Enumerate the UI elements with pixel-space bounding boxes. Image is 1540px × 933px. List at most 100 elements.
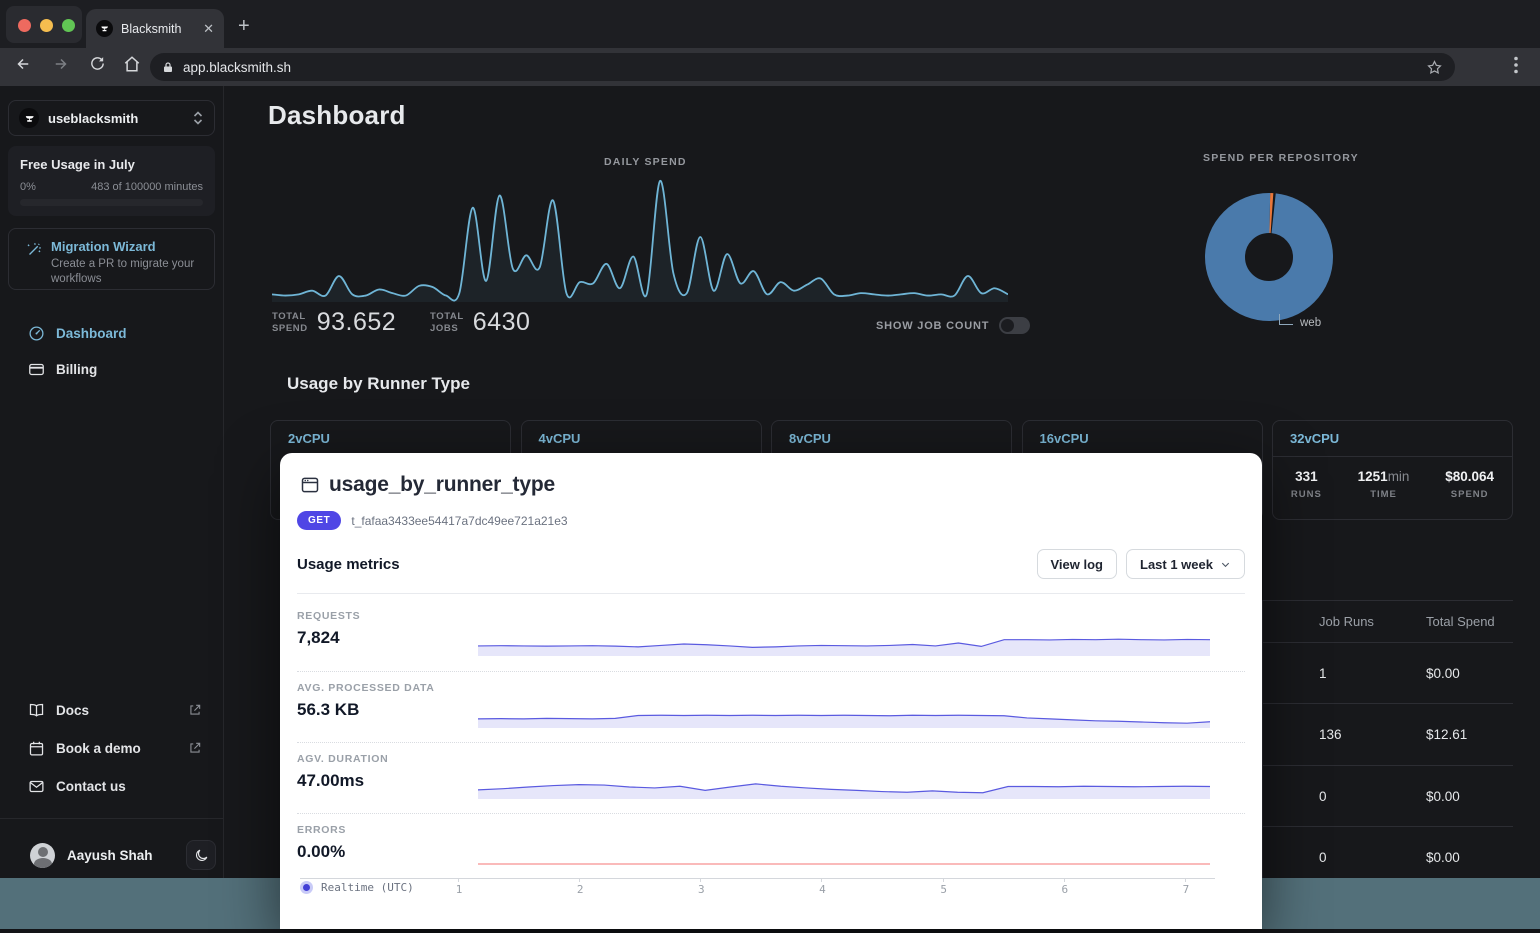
sidebar-divider <box>0 818 224 819</box>
credit-card-icon <box>28 361 45 378</box>
chevron-updown-icon <box>192 111 204 125</box>
duration-sparkline <box>478 771 1210 801</box>
metric-row-errors: ERRORS 0.00% <box>297 813 1245 877</box>
sidebar-link-label: Book a demo <box>56 741 141 756</box>
column-header-total-spend: Total Spend <box>1383 613 1513 632</box>
sidebar-link-contact[interactable]: Contact us <box>0 774 224 798</box>
total-spend-value: 93.652 <box>317 308 396 337</box>
show-job-count-toggle[interactable] <box>999 317 1030 334</box>
tab-title: Blacksmith <box>121 22 195 36</box>
daily-spend-label: DAILY SPEND <box>604 156 687 168</box>
gauge-icon <box>28 325 45 342</box>
sidebar: useblacksmith Free Usage in July 0% 483 … <box>0 86 224 878</box>
url-text: app.blacksmith.sh <box>183 60 1417 75</box>
app-page: useblacksmith Free Usage in July 0% 483 … <box>0 86 1540 933</box>
token-text: t_fafaa3433ee54417a7dc49ee721a21e3 <box>351 514 567 528</box>
modal-divider <box>297 593 1245 594</box>
sidebar-item-billing[interactable]: Billing <box>0 357 224 381</box>
external-link-icon <box>188 703 202 717</box>
usage-section-title: Usage by Runner Type <box>287 374 470 394</box>
zoom-window-button[interactable] <box>62 19 75 32</box>
processed-data-sparkline <box>478 700 1210 730</box>
daily-spend-chart <box>272 170 1008 302</box>
sidebar-link-label: Contact us <box>56 779 126 794</box>
runs-stat: 331 RUNS <box>1291 469 1322 500</box>
browser-frame: Blacksmith ✕ + <box>0 0 1540 48</box>
workspace-name: useblacksmith <box>48 111 183 126</box>
user-name: Aayush Shah <box>67 848 174 863</box>
tab-close-icon[interactable]: ✕ <box>203 21 214 37</box>
usage-metrics-title: Usage metrics <box>297 556 400 573</box>
sidebar-link-label: Docs <box>56 703 89 718</box>
avatar <box>30 843 55 868</box>
realtime-radio-row[interactable]: Realtime (UTC) <box>300 881 414 894</box>
metric-row-requests: REQUESTS 7,824 <box>297 600 1245 664</box>
screen: Blacksmith ✕ + app.blacksmith.sh useblac… <box>0 0 1540 933</box>
forward-icon[interactable] <box>52 55 70 73</box>
theme-toggle-button[interactable] <box>186 840 216 870</box>
metric-row-duration: AGV. DURATION 47.00ms <box>297 742 1245 806</box>
jobs-table: Job Runs Total Spend 1 $0.00 136 $12.61 … <box>1262 600 1513 878</box>
migration-wizard-card[interactable]: Migration Wizard Create a PR to migrate … <box>8 228 215 290</box>
page-title: Dashboard <box>268 100 406 131</box>
range-dropdown[interactable]: Last 1 week <box>1126 549 1245 579</box>
sidebar-link-book-demo[interactable]: Book a demo <box>0 736 224 760</box>
calendar-icon <box>28 740 45 757</box>
home-icon[interactable] <box>123 55 141 73</box>
table-row[interactable]: 1 $0.00 <box>1263 643 1513 705</box>
total-spend-stat: TOTALSPEND 93.652 <box>272 308 396 337</box>
x-axis-line <box>300 878 1215 879</box>
bookmark-star-icon[interactable] <box>1426 59 1443 76</box>
sidebar-link-docs[interactable]: Docs <box>0 698 224 722</box>
x-axis-ticks: 1 2 3 4 5 6 7 <box>454 883 1191 896</box>
spend-per-repo-label: SPEND PER REPOSITORY <box>1203 152 1359 164</box>
total-jobs-value: 6430 <box>473 308 531 337</box>
errors-sparkline <box>478 842 1210 872</box>
moon-icon <box>194 848 209 863</box>
usage-progress-bar <box>20 199 203 206</box>
back-icon[interactable] <box>14 55 32 73</box>
column-header-job-runs: Job Runs <box>1263 613 1383 632</box>
mail-icon <box>28 778 45 795</box>
url-bar[interactable]: app.blacksmith.sh <box>150 53 1455 81</box>
table-row[interactable]: 0 $0.00 <box>1263 766 1513 828</box>
donut-slice-label: web <box>1300 317 1321 329</box>
metric-row-processed-data: AVG. PROCESSED DATA 56.3 KB <box>297 671 1245 735</box>
modal-title: usage_by_runner_type <box>329 473 555 497</box>
browser-menu-icon[interactable] <box>1514 56 1518 74</box>
migration-wizard-subtitle: Create a PR to migrate your workflows <box>51 257 202 287</box>
chevron-down-icon <box>1220 559 1231 570</box>
user-row[interactable]: Aayush Shah <box>0 832 224 878</box>
radio-selected-icon[interactable] <box>300 881 313 894</box>
total-jobs-stat: TOTALJOBS 6430 <box>430 308 530 337</box>
sidebar-item-label: Billing <box>56 362 97 377</box>
sidebar-item-dashboard[interactable]: Dashboard <box>0 321 224 345</box>
spend-per-repo-donut <box>1198 186 1340 328</box>
method-badge: GET <box>297 511 341 530</box>
card-divider <box>1273 456 1512 457</box>
usage-modal: usage_by_runner_type GET t_fafaa3433ee54… <box>280 453 1262 929</box>
sidebar-item-label: Dashboard <box>56 326 127 341</box>
reload-icon[interactable] <box>89 55 106 72</box>
table-row[interactable]: 136 $12.61 <box>1263 704 1513 766</box>
book-icon <box>28 702 45 719</box>
workspace-switcher[interactable]: useblacksmith <box>8 100 215 136</box>
usage-percent: 0% <box>20 181 36 193</box>
window-icon <box>300 475 320 495</box>
minimize-window-button[interactable] <box>40 19 53 32</box>
view-log-button[interactable]: View log <box>1037 549 1118 579</box>
close-window-button[interactable] <box>18 19 31 32</box>
show-job-count-label: SHOW JOB COUNT <box>876 320 989 332</box>
viewport-bottom-edge <box>0 929 1540 933</box>
blacksmith-favicon-icon <box>96 20 113 37</box>
runner-card-32vcpu[interactable]: 32vCPU 331 RUNS 1251min TIME $80.064 SPE… <box>1272 420 1513 520</box>
requests-sparkline <box>478 628 1210 658</box>
browser-tab[interactable]: Blacksmith ✕ <box>86 9 224 48</box>
realtime-label: Realtime (UTC) <box>321 881 414 894</box>
magic-wand-icon <box>25 241 43 259</box>
external-link-icon <box>188 741 202 755</box>
spend-stat: $80.064 SPEND <box>1445 469 1494 500</box>
time-stat: 1251min TIME <box>1358 469 1410 500</box>
blacksmith-logo-icon <box>19 108 39 128</box>
new-tab-button[interactable]: + <box>238 16 250 36</box>
